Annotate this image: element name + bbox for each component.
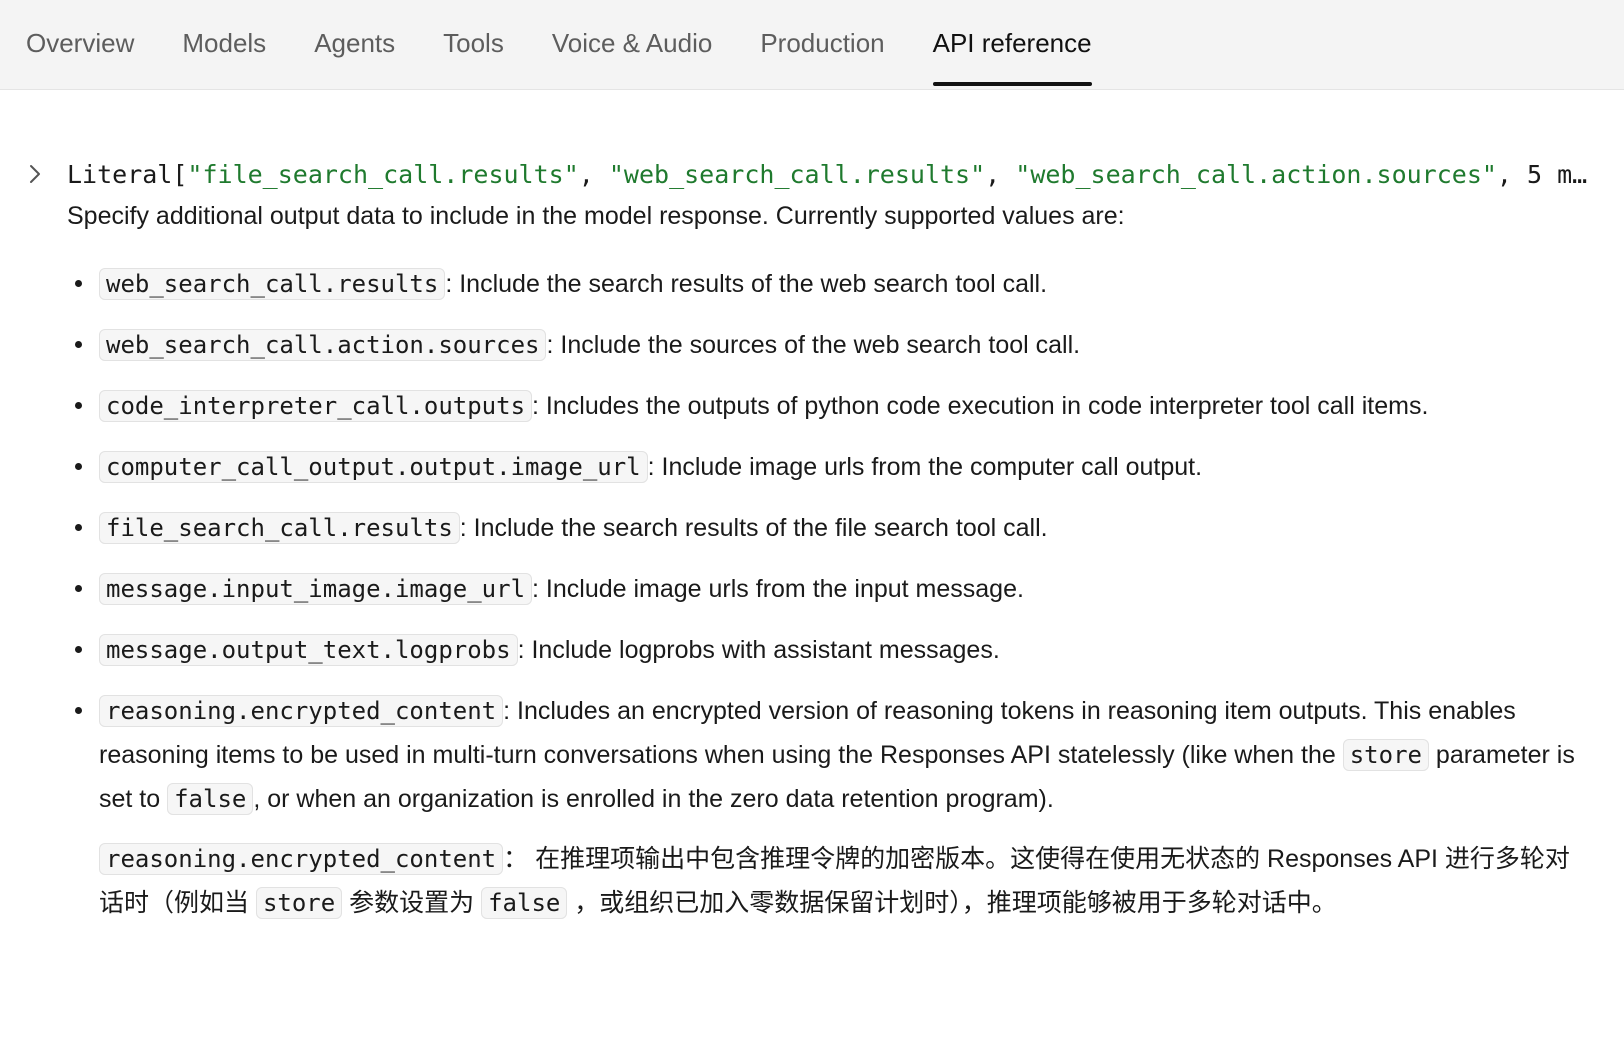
list-item: web_search_call.action.sources: Include …	[75, 323, 1592, 367]
list-item: file_search_call.results: Include the se…	[75, 506, 1592, 550]
tab-voice-audio[interactable]: Voice & Audio	[552, 0, 712, 86]
option-code: message.input_image.image_url	[99, 573, 533, 605]
list-item: message.input_image.image_url: Include i…	[75, 567, 1592, 611]
option-text: : Include the search results of the web …	[445, 270, 1048, 298]
chevron-right-icon[interactable]	[21, 160, 49, 188]
option-text: : Include the sources of the web search …	[546, 331, 1081, 359]
options-list: web_search_call.results: Include the sea…	[67, 262, 1592, 925]
type-separator: ,	[1496, 159, 1528, 189]
option-text: : Include image urls from the input mess…	[532, 575, 1024, 603]
tab-overview[interactable]: Overview	[26, 0, 134, 86]
type-separator: ,	[985, 159, 1016, 189]
inline-code-store: store	[255, 887, 343, 919]
type-prefix: Literal[	[67, 159, 188, 189]
tab-agents[interactable]: Agents	[314, 0, 395, 86]
reasoning-paragraph-zh: reasoning.encrypted_content： 在推理项输出中包含推理…	[99, 837, 1592, 925]
list-item: code_interpreter_call.outputs: Includes …	[75, 384, 1592, 428]
option-code: code_interpreter_call.outputs	[99, 390, 533, 422]
param-description: Specify additional output data to includ…	[67, 202, 1125, 230]
tab-tools[interactable]: Tools	[443, 0, 504, 86]
inline-code-false: false	[167, 783, 254, 815]
list-item: web_search_call.results: Include the sea…	[75, 262, 1592, 306]
option-code: reasoning.encrypted_content	[99, 695, 504, 727]
option-code: web_search_call.action.sources	[99, 329, 547, 361]
option-code: computer_call_output.output.image_url	[99, 451, 648, 483]
inline-code-store: store	[1342, 739, 1429, 771]
type-value: "web_search_call.action.sources"	[1015, 159, 1497, 189]
option-text: 参数设置为	[342, 889, 482, 917]
top-navigation: Overview Models Agents Tools Voice & Aud…	[0, 0, 1624, 90]
type-more: 5 m…	[1527, 159, 1588, 189]
type-value: "web_search_call.results"	[608, 159, 986, 189]
tab-models[interactable]: Models	[182, 0, 266, 86]
tab-production[interactable]: Production	[760, 0, 884, 86]
tab-api-reference[interactable]: API reference	[932, 0, 1092, 86]
reasoning-paragraph-en: reasoning.encrypted_content: Includes an…	[99, 689, 1592, 821]
list-item: message.output_text.logprobs: Include lo…	[75, 628, 1592, 672]
param-type-signature: Literal["file_search_call.results", "web…	[67, 160, 1592, 189]
type-value: "file_search_call.results"	[187, 159, 579, 189]
option-text: : Includes the outputs of python code ex…	[532, 392, 1429, 420]
inline-code-false: false	[481, 887, 568, 919]
param-type-row: Literal["file_search_call.results", "web…	[30, 152, 1624, 196]
type-separator: ,	[578, 159, 609, 189]
option-code: web_search_call.results	[99, 268, 446, 300]
list-item: computer_call_output.output.image_url: I…	[75, 445, 1592, 489]
option-code: reasoning.encrypted_content	[99, 843, 504, 875]
option-text: : Include logprobs with assistant messag…	[517, 636, 1000, 664]
option-text: : Include image urls from the computer c…	[647, 453, 1203, 481]
option-code: file_search_call.results	[99, 512, 460, 544]
list-item-reasoning: reasoning.encrypted_content: Includes an…	[75, 689, 1592, 925]
option-code: message.output_text.logprobs	[99, 634, 518, 666]
option-text: : Include the search results of the file…	[459, 514, 1048, 542]
option-text: , or when an organization is enrolled in…	[253, 785, 1054, 813]
param-content: Literal["file_search_call.results", "web…	[0, 152, 1624, 925]
option-text: ，或组织已加入零数据保留计划时），推理项能够被用于多轮对话中。	[567, 889, 1337, 917]
